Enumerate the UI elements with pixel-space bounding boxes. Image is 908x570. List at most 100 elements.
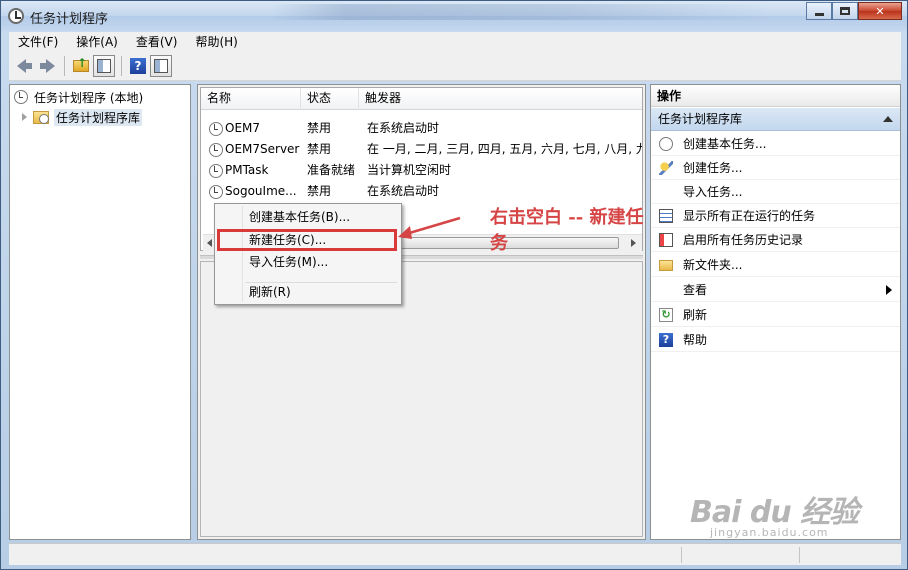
window-title: 任务计划程序 [30, 12, 109, 27]
table-row[interactable]: OEM7 禁用 在系统启动时 [201, 118, 642, 139]
task-status: 禁用 [307, 121, 332, 135]
column-header-name[interactable]: 名称 [201, 88, 301, 110]
minimize-icon [814, 12, 824, 16]
action-refresh[interactable]: ↻ 刷新 [651, 303, 900, 327]
up-folder-button[interactable] [70, 55, 92, 77]
task-name: OEM7 [225, 121, 261, 135]
task-name: OEM7Server [225, 142, 300, 156]
folder-clock-icon [33, 110, 49, 124]
task-trigger: 在 一月, 二月, 三月, 四月, 五月, 六月, 七月, 八月, 九 [367, 142, 642, 156]
help-icon: ? [130, 58, 146, 74]
actions-pane: 操作 任务计划程序库 创建基本任务... 创建任务... 导入任务... 显示所… [650, 84, 901, 540]
toolbar-separator [64, 56, 65, 76]
title-bar[interactable]: 任务计划程序 ✕ [1, 1, 907, 31]
task-list-header: 名称 状态 触发器 [201, 88, 642, 110]
task-trigger: 在系统启动时 [367, 184, 440, 198]
tree-root-label: 任务计划程序 (本地) [34, 90, 144, 105]
task-trigger: 在系统启动时 [367, 121, 440, 135]
ctx-create-basic-task[interactable]: 创建基本任务(B)... [249, 207, 350, 227]
watermark-logo: Bai du 经验 [690, 495, 859, 530]
console-tree-icon [97, 59, 111, 73]
task-name: SogouIme... [225, 184, 297, 198]
status-divider [681, 547, 682, 563]
action-label: 刷新 [683, 308, 708, 322]
menu-help[interactable]: 帮助(H) [186, 32, 246, 52]
task-clock-icon [209, 122, 223, 136]
menu-view[interactable]: 查看(V) [127, 32, 187, 52]
column-header-trigger[interactable]: 触发器 [359, 88, 642, 110]
minimize-button[interactable] [806, 2, 832, 20]
task-scheduler-icon [8, 8, 24, 24]
task-trigger: 当计算机空闲时 [367, 163, 452, 177]
task-status: 准备就绪 [307, 163, 356, 177]
title-bar-blur [271, 4, 771, 20]
folder-icon [659, 260, 673, 271]
wand-icon [659, 161, 673, 175]
action-create-basic-task[interactable]: 创建基本任务... [651, 132, 900, 156]
table-row[interactable]: SogouIme... 禁用 在系统启动时 [201, 181, 642, 202]
menu-file[interactable]: 文件(F) [9, 32, 67, 52]
collapse-arrow-icon[interactable] [883, 116, 893, 122]
action-show-running-tasks[interactable]: 显示所有正在运行的任务 [651, 204, 900, 228]
annotation-text: 右击空白 -- 新建任务 [490, 207, 644, 254]
forward-arrow-icon [45, 59, 55, 73]
toolbar: ? [9, 52, 901, 81]
window-controls: ✕ [806, 2, 902, 20]
maximize-button[interactable] [832, 2, 858, 20]
refresh-icon: ↻ [659, 308, 673, 322]
action-enable-history[interactable]: 启用所有任务历史记录 [651, 228, 900, 252]
action-label: 导入任务... [683, 185, 743, 199]
action-label: 帮助 [683, 333, 708, 347]
action-import-task[interactable]: 导入任务... [651, 180, 900, 204]
actions-section-label: 任务计划程序库 [658, 112, 743, 126]
action-label: 显示所有正在运行的任务 [683, 209, 816, 223]
tree-root[interactable]: 任务计划程序 (本地) [14, 87, 143, 107]
back-arrow-icon [16, 59, 26, 73]
expand-arrow-icon[interactable] [22, 113, 27, 121]
action-help[interactable]: ? 帮助 [651, 328, 900, 352]
baidu-watermark: Bai du 经验 jingyan.baidu.com [690, 487, 890, 545]
forward-button[interactable] [36, 55, 58, 77]
actions-section-header[interactable]: 任务计划程序库 [651, 108, 900, 131]
show-hide-action-pane-button[interactable] [150, 55, 172, 77]
ctx-import-task[interactable]: 导入任务(M)... [249, 252, 328, 272]
actions-header: 操作 [651, 85, 900, 107]
action-view[interactable]: 查看 [651, 278, 900, 302]
table-row[interactable]: PMTask 准备就绪 当计算机空闲时 [201, 160, 642, 181]
folder-up-icon [73, 56, 89, 72]
status-bar [9, 543, 901, 565]
task-clock-icon [209, 143, 223, 157]
menu-bar: 文件(F) 操作(A) 查看(V) 帮助(H) [9, 32, 901, 52]
back-arrow-stem [25, 63, 32, 69]
list-icon [659, 209, 673, 223]
help-icon: ? [659, 333, 673, 347]
toolbar-separator [121, 56, 122, 76]
tree-item-library[interactable]: 任务计划程序库 [22, 107, 143, 127]
action-label: 启用所有任务历史记录 [683, 233, 804, 247]
context-menu: 创建基本任务(B)... 新建任务(C)... 导入任务(M)... 刷新(R) [214, 203, 402, 305]
highlight-box [217, 229, 397, 251]
show-hide-tree-button[interactable] [93, 55, 115, 77]
ctx-refresh[interactable]: 刷新(R) [249, 282, 291, 302]
clock-icon [14, 90, 28, 104]
close-button[interactable]: ✕ [858, 2, 902, 20]
task-status: 禁用 [307, 184, 332, 198]
task-clock-icon [209, 164, 223, 178]
action-label: 创建基本任务... [683, 137, 767, 151]
scroll-left-icon[interactable] [207, 239, 212, 247]
maximize-icon [840, 7, 850, 15]
submenu-arrow-icon [886, 285, 892, 295]
menu-action[interactable]: 操作(A) [67, 32, 127, 52]
help-button[interactable]: ? [127, 55, 149, 77]
action-new-folder[interactable]: 新文件夹... [651, 253, 900, 277]
watermark-url: jingyan.baidu.com [710, 526, 829, 539]
table-row[interactable]: OEM7Server 禁用 在 一月, 二月, 三月, 四月, 五月, 六月, … [201, 139, 642, 160]
task-name: PMTask [225, 163, 269, 177]
back-button[interactable] [13, 55, 35, 77]
task-status: 禁用 [307, 142, 332, 156]
history-icon [659, 233, 673, 247]
close-icon: ✕ [875, 4, 885, 18]
clock-icon [659, 137, 673, 151]
action-create-task[interactable]: 创建任务... [651, 156, 900, 180]
column-header-status[interactable]: 状态 [301, 88, 359, 110]
